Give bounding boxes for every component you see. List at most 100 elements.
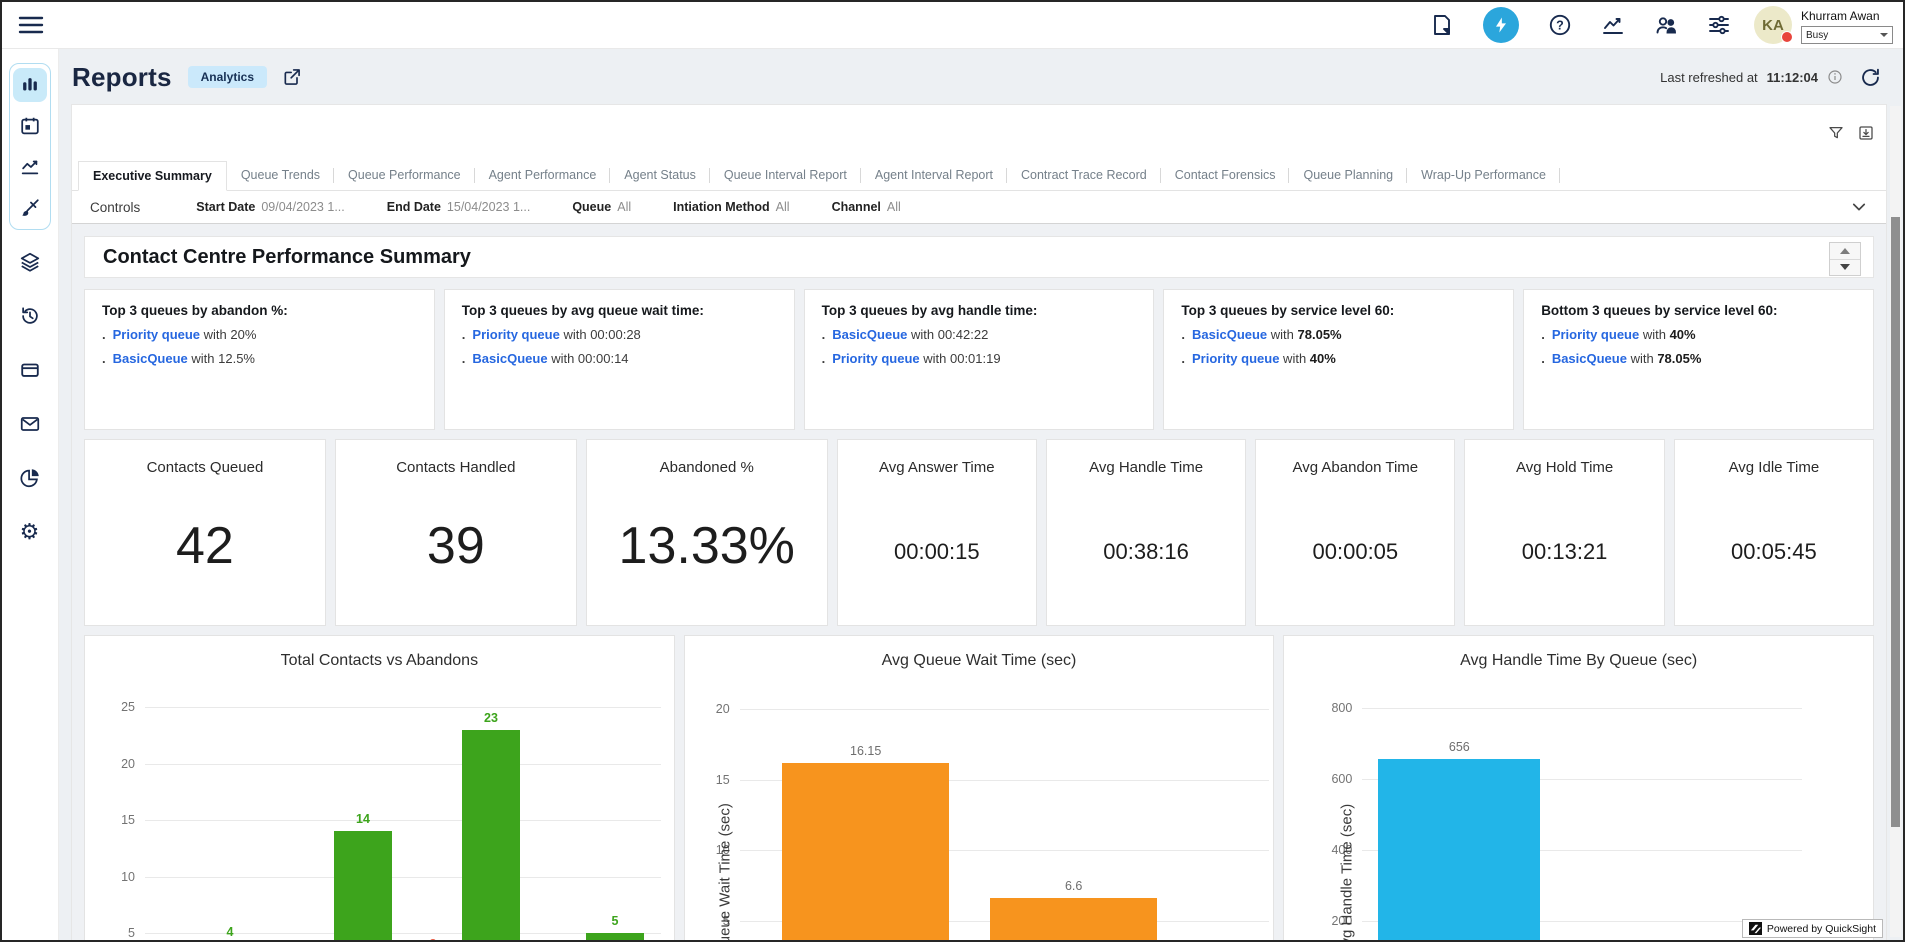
kpi-value: 39	[336, 516, 576, 576]
spinner-up-button[interactable]	[1830, 243, 1860, 259]
y-tick-label: 10	[93, 870, 135, 884]
envelope-icon	[19, 413, 41, 435]
tab-queue-performance[interactable]: Queue Performance	[334, 161, 475, 190]
bar-chart-icon	[19, 74, 41, 96]
flash-icon[interactable]	[1483, 7, 1519, 43]
queue-link-priority-queue[interactable]: Priority queue	[832, 351, 919, 366]
summary-card-title: Bottom 3 queues by service level 60:	[1541, 303, 1856, 318]
sidebar-lower-group: ⚙	[2, 246, 57, 548]
filters: Start Date09/04/2023 1... End Date15/04/2…	[196, 200, 943, 214]
summary-card-title: Top 3 queues by avg handle time:	[822, 303, 1137, 318]
external-link-icon[interactable]	[282, 67, 302, 87]
filter-channel[interactable]: ChannelAll	[832, 200, 901, 214]
queue-link-basicqueue[interactable]: BasicQueue	[1552, 351, 1627, 366]
window-icon	[19, 359, 41, 381]
queue-link-basicqueue[interactable]: BasicQueue	[472, 351, 547, 366]
sidebar-item-settings[interactable]: ⚙	[14, 516, 46, 548]
controls-collapse-icon[interactable]	[1850, 198, 1868, 216]
refresh-icon[interactable]	[1860, 67, 1881, 88]
help-icon[interactable]: ?	[1548, 13, 1572, 37]
preferences-icon[interactable]	[1707, 13, 1731, 37]
queue-link-basicqueue[interactable]: BasicQueue	[832, 327, 907, 342]
queue-link-basicqueue[interactable]: BasicQueue	[113, 351, 188, 366]
sidebar-item-design[interactable]	[13, 191, 47, 225]
tab-queue-planning[interactable]: Queue Planning	[1289, 161, 1407, 190]
queue-metric-value: 12.5%	[218, 351, 255, 366]
kpi-label: Avg Abandon Time	[1256, 459, 1454, 476]
metrics-icon[interactable]	[1601, 13, 1625, 37]
tab-executive-summary[interactable]: Executive Summary	[78, 161, 227, 191]
calendar-icon	[19, 115, 41, 137]
filter-queue[interactable]: QueueAll	[572, 200, 631, 214]
sidebar-item-mail[interactable]	[14, 408, 46, 440]
tab-wrap-up-performance[interactable]: Wrap-Up Performance	[1407, 161, 1560, 190]
avatar[interactable]: KA	[1754, 6, 1792, 44]
kpi-card-abandoned: Abandoned %13.33%	[586, 439, 828, 626]
filter-end-date[interactable]: End Date15/04/2023 1...	[387, 200, 531, 214]
filter-funnel-icon[interactable]	[1828, 125, 1844, 141]
connector-text: with	[200, 327, 230, 342]
bar	[1378, 759, 1540, 942]
page-title: Reports	[72, 62, 172, 93]
section-spinner	[1829, 242, 1861, 276]
filter-intiation-method[interactable]: Intiation MethodAll	[673, 200, 789, 214]
tab-agent-performance[interactable]: Agent Performance	[475, 161, 611, 190]
status-select[interactable]: Busy	[1801, 26, 1893, 44]
sidebar-item-layers[interactable]	[14, 246, 46, 278]
export-icon[interactable]	[1858, 125, 1874, 141]
summary-card-item: .Priority queue with 20%	[102, 327, 417, 342]
bullet: .	[1541, 351, 1545, 366]
queue-metric-value: 00:00:14	[578, 351, 629, 366]
agents-icon[interactable]	[1654, 13, 1678, 37]
main-area: Reports Analytics Last refreshed at 11:1…	[58, 48, 1903, 940]
queue-link-priority-queue[interactable]: Priority queue	[113, 327, 200, 342]
sidebar-item-line-chart[interactable]	[13, 150, 47, 184]
tab-queue-trends[interactable]: Queue Trends	[227, 161, 334, 190]
tab-contact-forensics[interactable]: Contact Forensics	[1161, 161, 1290, 190]
top-bar: ? KA Khurram Awan Busy	[2, 2, 1903, 49]
tab-agent-interval-report[interactable]: Agent Interval Report	[861, 161, 1007, 190]
kpi-label: Avg Answer Time	[838, 459, 1036, 476]
app-window: ? KA Khurram Awan Busy	[0, 0, 1905, 942]
chevron-down-icon	[1880, 33, 1888, 37]
sidebar-item-pie[interactable]	[14, 462, 46, 494]
spinner-down-button[interactable]	[1830, 259, 1860, 276]
queue-metric-value: 00:01:19	[950, 351, 1001, 366]
filter-start-date[interactable]: Start Date09/04/2023 1...	[196, 200, 344, 214]
gridline	[740, 709, 1269, 710]
gridline	[145, 764, 661, 765]
sidebar-item-bar-chart[interactable]	[13, 68, 47, 102]
connector-text: with	[548, 351, 578, 366]
gridline	[1362, 708, 1802, 709]
sidebar-item-calendar[interactable]	[13, 109, 47, 143]
kpi-value: 00:38:16	[1047, 539, 1245, 565]
summary-card: Top 3 queues by service level 60:.BasicQ…	[1163, 289, 1514, 430]
scrollbar-thumb[interactable]	[1891, 217, 1900, 827]
quicksight-logo-icon	[1749, 922, 1762, 935]
layers-icon	[19, 251, 41, 273]
tab-agent-status[interactable]: Agent Status	[610, 161, 710, 190]
bullet: .	[462, 327, 466, 342]
bullet: .	[102, 327, 106, 342]
tab-queue-interval-report[interactable]: Queue Interval Report	[710, 161, 861, 190]
quicksight-text: Powered by QuickSight	[1767, 923, 1876, 935]
notes-icon[interactable]	[1430, 13, 1454, 37]
chart-title: Total Contacts vs Abandons	[85, 652, 674, 670]
summary-card: Bottom 3 queues by service level 60:. Pri…	[1523, 289, 1874, 430]
hamburger-menu-icon[interactable]	[18, 13, 44, 37]
kpi-value: 00:00:15	[838, 539, 1036, 565]
bar-value-label: 3	[393, 937, 473, 942]
queue-link-basicqueue[interactable]: BasicQueue	[1192, 327, 1267, 342]
sidebar-item-history[interactable]	[14, 300, 46, 332]
queue-link-priority-queue[interactable]: Priority queue	[472, 327, 559, 342]
info-icon[interactable]	[1827, 69, 1843, 85]
queue-link-priority-queue[interactable]: Priority queue	[1192, 351, 1279, 366]
sidebar-item-window[interactable]	[14, 354, 46, 386]
tab-contract-trace-record[interactable]: Contract Trace Record	[1007, 161, 1161, 190]
queue-metric-value: 78.05%	[1657, 351, 1701, 366]
history-icon	[19, 305, 41, 327]
page-header: Reports Analytics Last refreshed at 11:1…	[72, 56, 1881, 98]
queue-link-priority-queue[interactable]: Priority queue	[1552, 327, 1639, 342]
brush-icon	[19, 197, 41, 219]
vertical-scrollbar[interactable]	[1890, 106, 1901, 937]
